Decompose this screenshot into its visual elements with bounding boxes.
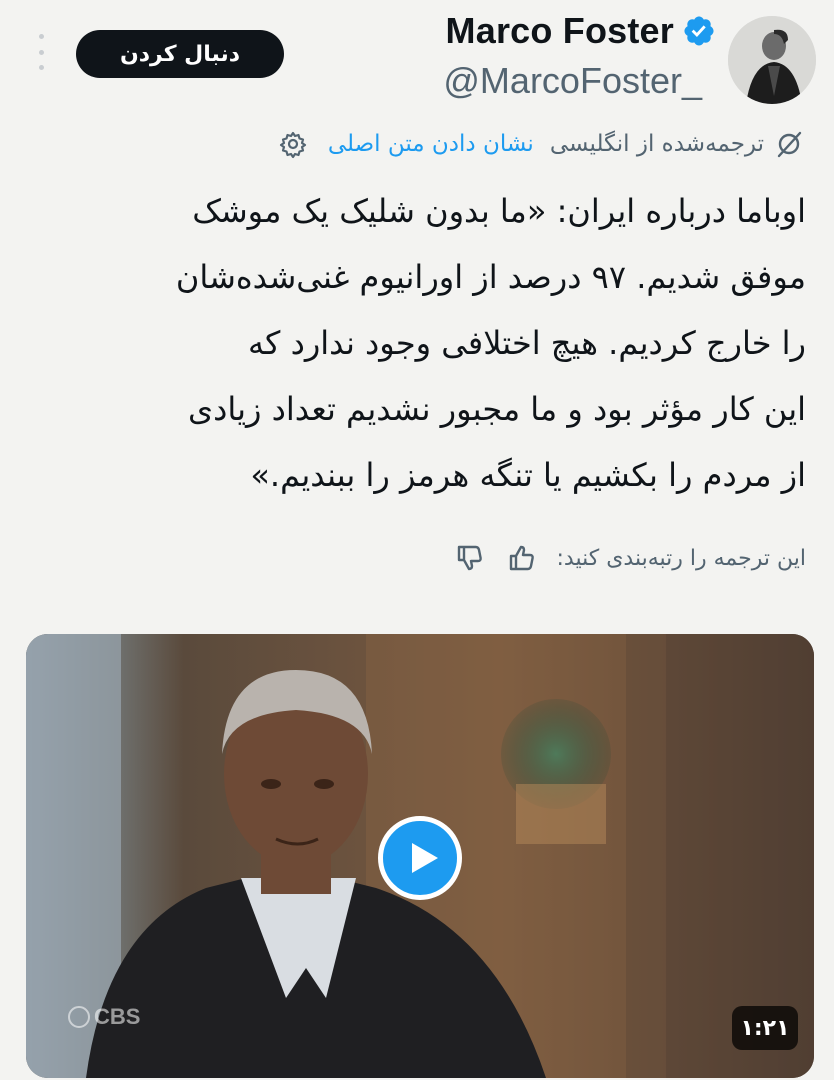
thumbs-down-icon[interactable] (453, 541, 487, 575)
play-icon (412, 843, 438, 873)
rate-translation-row: این ترجمه را رتبه‌بندی کنید: (453, 538, 807, 578)
play-button[interactable] (378, 816, 462, 900)
cbs-watermark: CBS (68, 1004, 140, 1030)
translate-icon (777, 131, 802, 158)
author-display-name[interactable]: Marco Foster (446, 10, 674, 52)
rate-translation-prompt: این ترجمه را رتبه‌بندی کنید: (556, 545, 807, 571)
tweet-text: اوباما درباره ایران: «ما بدون شلیک یک مو… (26, 178, 806, 508)
watermark-text: CBS (94, 1004, 141, 1029)
author-avatar[interactable] (728, 16, 816, 104)
translation-row: ترجمه‌شده از انگلیسی نشان دادن متن اصلی (278, 124, 804, 164)
gear-icon[interactable] (278, 129, 308, 159)
tweet-line: موفق شدیم. ۹۷ درصد از اورانیوم غنی‌شده‌ش… (175, 258, 806, 296)
author-name-row[interactable]: Marco Foster (446, 8, 716, 54)
translation-note: ترجمه‌شده از انگلیسی (549, 131, 764, 157)
tweet-line: این کار مؤثر بود و ما مجبور نشدیم تعداد … (188, 390, 806, 428)
video-duration: ۱:۲۱ (732, 1006, 798, 1050)
show-original-link[interactable]: نشان دادن متن اصلی (328, 131, 534, 157)
thumbs-up-icon[interactable] (505, 541, 539, 575)
follow-button[interactable]: دنبال کردن (76, 30, 284, 78)
tweet-line: را خارج کردیم. هیچ اختلافی وجود ندارد که (248, 324, 806, 362)
verified-badge-icon (684, 16, 714, 46)
tweet-line: از مردم را بکشیم یا تنگه هرمز را ببندیم.… (250, 456, 806, 494)
cbs-eye-icon (68, 1006, 90, 1028)
tweet-line: اوباما درباره ایران: «ما بدون شلیک یک مو… (192, 192, 806, 230)
author-handle[interactable]: @MarcoFoster_ (443, 60, 702, 102)
more-vertical-icon[interactable] (34, 34, 48, 70)
